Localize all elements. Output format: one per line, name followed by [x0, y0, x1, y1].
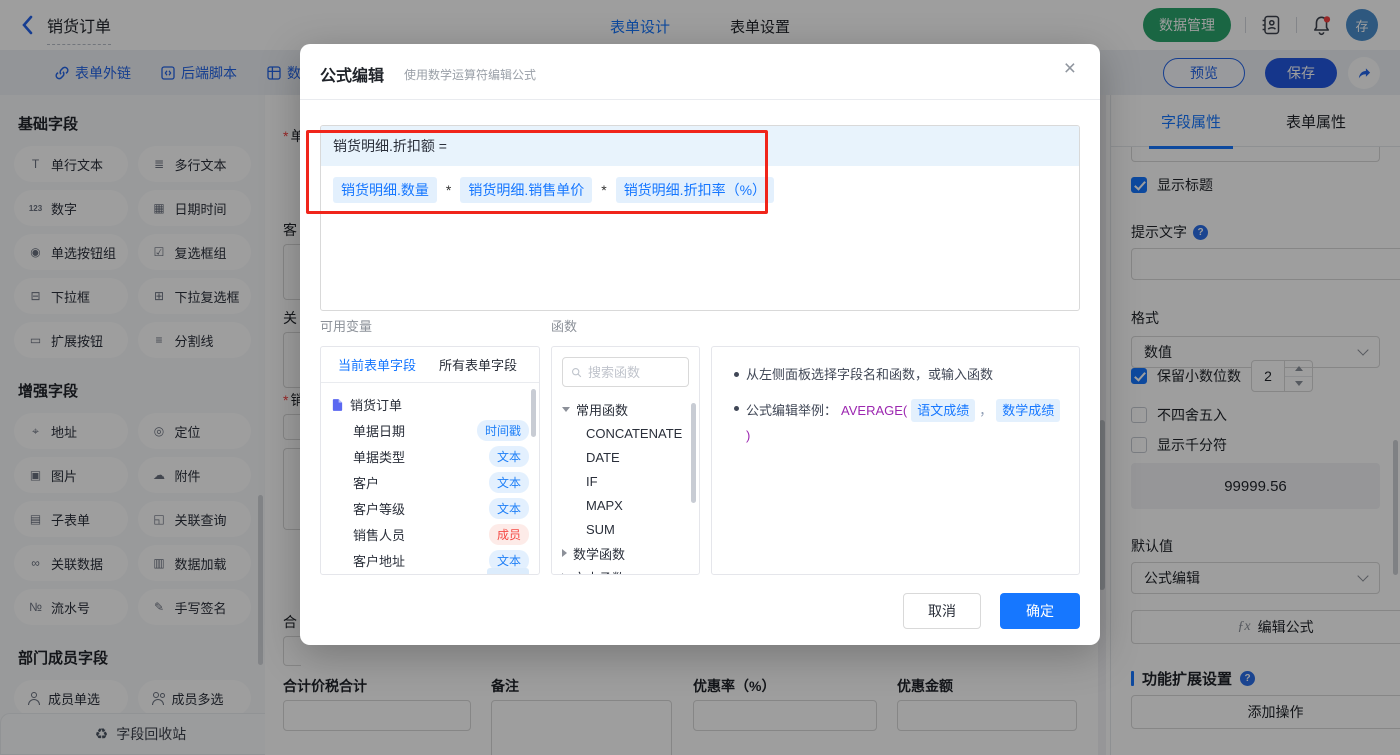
- function-close: ): [746, 426, 750, 445]
- hint-line-1: 从左侧面板选择字段名和函数，或输入函数: [730, 365, 1061, 384]
- variable-row[interactable]: 客户等级文本: [321, 495, 539, 521]
- function-tree: 常用函数 CONCATENATE DATE IF MAPX SUM 数学函数 文…: [552, 397, 699, 575]
- function-item[interactable]: SUM: [552, 517, 699, 541]
- example-field-token: 数学成绩: [996, 399, 1060, 422]
- field-token[interactable]: 销货明细.销售单价: [460, 177, 592, 203]
- variables-panel: 当前表单字段 所有表单字段 销货订单 单据日期时间戳 单据类型文本 客户文本 客…: [320, 346, 540, 575]
- formula-editor-dialog: 公式编辑 使用数学运算符编辑公式 × 销货明细.折扣额 = 销货明细.数量 * …: [300, 44, 1100, 645]
- variables-panel-label: 可用变量: [320, 316, 372, 335]
- function-item[interactable]: MAPX: [552, 493, 699, 517]
- functions-panel-label: 函数: [551, 316, 577, 335]
- confirm-button[interactable]: 确定: [1000, 593, 1080, 629]
- close-icon[interactable]: ×: [1064, 58, 1076, 79]
- field-token[interactable]: 销货明细.数量: [333, 177, 437, 203]
- type-tag: 文本: [489, 498, 529, 519]
- dialog-title: 公式编辑: [320, 62, 384, 86]
- hints-panel: 从左侧面板选择字段名和函数，或输入函数 公式编辑举例： AVERAGE( 语文成…: [711, 346, 1080, 575]
- comma: ，: [979, 401, 992, 420]
- divider: [300, 99, 1100, 100]
- hint-prefix: 公式编辑举例：: [746, 401, 837, 420]
- chevron-down-icon: [562, 407, 570, 412]
- example-field-token: 语文成绩: [911, 399, 975, 422]
- search-icon: [571, 366, 582, 379]
- group-text-functions[interactable]: 文本函数: [552, 565, 699, 575]
- app: 销货订单 表单设计 表单设置 数据管理 存 表单外链 后端脚本: [0, 0, 1400, 755]
- functions-scrollbar[interactable]: [691, 403, 696, 503]
- formula-expression: 销货明细.数量 * 销货明细.销售单价 * 销货明细.折扣率（%）: [321, 166, 1079, 214]
- variables-scrollbar[interactable]: [531, 389, 536, 437]
- cancel-button[interactable]: 取消: [903, 593, 981, 629]
- type-tag: 文本: [489, 472, 529, 493]
- variable-row[interactable]: 单据类型文本: [321, 443, 539, 469]
- formula-editor[interactable]: 销货明细.折扣额 = 销货明细.数量 * 销货明细.销售单价 * 销货明细.折扣…: [320, 125, 1080, 311]
- form-name: 销货订单: [350, 395, 402, 414]
- type-tag: 时间戳: [477, 420, 529, 441]
- variables-tabs: 当前表单字段 所有表单字段: [321, 347, 539, 383]
- chevron-right-icon: [562, 573, 567, 575]
- field-token[interactable]: 销货明细.折扣率（%）: [616, 177, 774, 203]
- function-search[interactable]: [562, 357, 689, 387]
- function-item[interactable]: IF: [552, 469, 699, 493]
- form-node[interactable]: 销货订单: [321, 391, 539, 417]
- variable-row[interactable]: 客户文本: [321, 469, 539, 495]
- function-item[interactable]: CONCATENATE: [552, 421, 699, 445]
- function-search-input[interactable]: [588, 365, 680, 380]
- hint-line-2: 公式编辑举例： AVERAGE( 语文成绩 ， 数学成绩 ): [730, 399, 1061, 445]
- type-tag: 文本: [489, 446, 529, 467]
- type-tag: 成员: [489, 524, 529, 545]
- group-math-functions[interactable]: 数学函数: [552, 541, 699, 565]
- multiply-operator: *: [601, 182, 606, 198]
- group-common-functions[interactable]: 常用函数: [552, 397, 699, 421]
- tab-all-form-fields[interactable]: 所有表单字段: [439, 355, 517, 374]
- chevron-right-icon: [562, 549, 567, 557]
- formula-target: 销货明细.折扣额 =: [321, 126, 1079, 166]
- tab-current-form-fields[interactable]: 当前表单字段: [338, 355, 416, 374]
- function-name: AVERAGE(: [841, 401, 907, 420]
- variable-row[interactable]: 销售人员成员: [321, 521, 539, 547]
- function-item[interactable]: DATE: [552, 445, 699, 469]
- document-icon: [331, 398, 344, 411]
- functions-panel: 常用函数 CONCATENATE DATE IF MAPX SUM 数学函数 文…: [551, 346, 700, 575]
- multiply-operator: *: [446, 182, 451, 198]
- dialog-subtitle: 使用数学运算符编辑公式: [404, 66, 536, 83]
- variables-tree: 销货订单 单据日期时间戳 单据类型文本 客户文本 客户等级文本 销售人员成员 客…: [321, 383, 539, 573]
- variable-row[interactable]: 单据日期时间戳: [321, 417, 539, 443]
- clipped-tag: [487, 568, 529, 574]
